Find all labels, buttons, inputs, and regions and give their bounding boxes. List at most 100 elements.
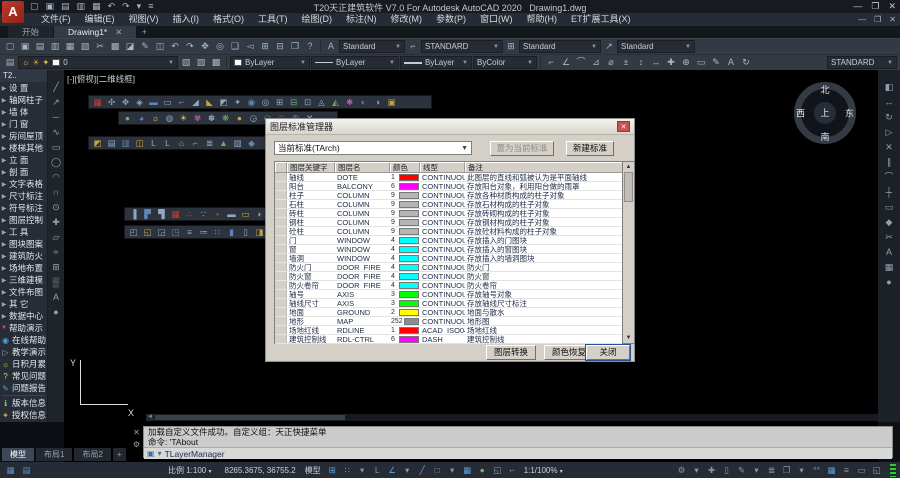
- sidebar-menu-item[interactable]: ▶ 数据中心: [0, 310, 47, 322]
- mleader-style-combo[interactable]: Standard▼: [617, 40, 695, 53]
- row-selector[interactable]: [275, 299, 287, 307]
- floating-toolbar-icon[interactable]: ◎: [259, 96, 272, 108]
- toolbar-icon[interactable]: ▧: [78, 40, 92, 53]
- compass-north-label[interactable]: 北: [820, 83, 829, 96]
- cell-remark[interactable]: 存放插入的窗图块: [465, 245, 626, 253]
- plotstyle-combo[interactable]: ByColor▼: [473, 56, 537, 69]
- table-row[interactable]: 地面 GROUND 2 CONTINUOUS 地面与散水: [275, 308, 626, 317]
- quick-access-icon[interactable]: ≡: [148, 1, 153, 12]
- cell-remark[interactable]: 防火窗: [465, 272, 626, 280]
- scroll-down-icon[interactable]: ▼: [623, 333, 634, 343]
- status-toggle-icon[interactable]: L: [371, 464, 384, 476]
- sidebar-sub-item[interactable]: ▷ 教学演示: [0, 346, 47, 358]
- floating-toolbar-icon[interactable]: ✦: [231, 96, 244, 108]
- floating-toolbar-icon[interactable]: ✾: [191, 112, 204, 124]
- floating-toolbar-icon[interactable]: ▦: [169, 208, 182, 220]
- quick-access-icon[interactable]: ▦: [92, 1, 101, 12]
- floating-toolbar-icon[interactable]: ▜: [155, 208, 168, 220]
- toolbar-icon[interactable]: ▢: [3, 40, 17, 53]
- menu-item[interactable]: 视图(V): [122, 13, 166, 26]
- floating-toolbar-icon[interactable]: ●: [233, 112, 246, 124]
- cell-layer-name[interactable]: BALCONY: [335, 182, 390, 190]
- compass-south-label[interactable]: 南: [820, 130, 829, 143]
- cell-layer-name[interactable]: DOOR_FIRE: [335, 263, 390, 271]
- draw-tool-icon[interactable]: ▒: [53, 277, 59, 288]
- color-swatch[interactable]: [399, 228, 419, 235]
- floating-toolbar-icon[interactable]: ◱: [141, 226, 154, 238]
- status-right-icon[interactable]: ⚙: [675, 464, 688, 476]
- close-button[interactable]: ✕: [888, 1, 896, 12]
- color-swatch[interactable]: [399, 255, 419, 262]
- cell-layer-key[interactable]: 墙洞: [287, 254, 335, 262]
- close-dialog-button[interactable]: 关闭: [586, 345, 630, 360]
- floating-toolbar-icon[interactable]: ◕: [135, 112, 148, 124]
- color-swatch[interactable]: [399, 282, 419, 289]
- cell-layer-name[interactable]: DOOR_FIRE: [335, 281, 390, 289]
- dim-style-combo[interactable]: STANDARD▼: [421, 40, 503, 53]
- table-scrollbar-thumb[interactable]: [624, 172, 633, 202]
- color-swatch[interactable]: [399, 264, 419, 271]
- row-selector[interactable]: [275, 236, 287, 244]
- quick-access-icon[interactable]: ▢: [30, 1, 39, 12]
- table-row[interactable]: 柱子 COLUMN 9 CONTINUOUS 存放各种材质构成的柱子对象: [275, 191, 626, 200]
- table-row[interactable]: 轴号 AXIS 3 CONTINUOUS 存放轴号对象: [275, 290, 626, 299]
- cell-linetype[interactable]: CONTINUOUS: [420, 173, 465, 181]
- cell-remark[interactable]: 存放各种材质构成的柱子对象: [465, 191, 626, 199]
- tab-layout2[interactable]: 布局2: [74, 448, 110, 461]
- status-toggle-icon[interactable]: ⌐: [506, 464, 519, 476]
- sidebar-menu-item[interactable]: ▶ 轴网柱子: [0, 94, 47, 106]
- menu-item[interactable]: 编辑(E): [78, 13, 122, 26]
- table-row[interactable]: 砖柱 COLUMN 9 CONTINUOUS 存放砖砌构成的柱子对象: [275, 209, 626, 218]
- table-row[interactable]: 墙洞 WINDOW 4 CONTINUOUS 存放插入的墙洞图块: [275, 254, 626, 263]
- cell-remark[interactable]: 场地红线: [465, 326, 626, 334]
- cell-linetype[interactable]: CONTINUOUS: [420, 308, 465, 316]
- color-swatch[interactable]: [399, 291, 419, 298]
- scroll-up-icon[interactable]: ▲: [623, 162, 634, 172]
- floating-toolbar-icon[interactable]: ◢: [189, 96, 202, 108]
- status-right-icon[interactable]: ✚: [705, 464, 718, 476]
- color-swatch[interactable]: [399, 336, 419, 343]
- cell-remark[interactable]: 防火门: [465, 263, 626, 271]
- viewport-controls-label[interactable]: [-][俯视][二维线框]: [67, 73, 135, 85]
- menu-item[interactable]: 窗口(W): [473, 13, 520, 26]
- table-row[interactable]: 场地红线 RDLINE 1 ACAD_ISO04W100 场地红线: [275, 326, 626, 335]
- header-color[interactable]: 颜色: [390, 162, 420, 172]
- layer-convert-button[interactable]: 图层转换: [486, 345, 536, 360]
- draw-tool-icon[interactable]: ⊙: [52, 202, 60, 213]
- table-style-combo[interactable]: Standard▼: [519, 40, 601, 53]
- cell-layer-key[interactable]: 窗: [287, 245, 335, 253]
- cell-color[interactable]: 4: [390, 281, 420, 289]
- cell-layer-name[interactable]: RDL-CTRL: [335, 335, 390, 343]
- status-toggle-icon[interactable]: □: [431, 464, 444, 476]
- cell-layer-name[interactable]: DOOR_FIRE: [335, 272, 390, 280]
- cell-layer-name[interactable]: COLUMN: [335, 191, 390, 199]
- text-style-combo[interactable]: Standard▼: [339, 40, 405, 53]
- modify-tool-icon[interactable]: ●: [886, 277, 891, 288]
- table-row[interactable]: 轴线尺寸 AXIS 3 CONTINUOUS 存放轴线尺寸标注: [275, 299, 626, 308]
- header-remark[interactable]: 备注: [465, 162, 626, 172]
- row-selector[interactable]: [275, 308, 287, 316]
- dialog-close-icon[interactable]: ✕: [617, 121, 630, 132]
- doc-close-button[interactable]: ✕: [889, 13, 896, 26]
- status-right-icon[interactable]: ✎: [735, 464, 748, 476]
- dimension-icon[interactable]: ⊕: [679, 56, 693, 69]
- toolbar-icon[interactable]: ▦: [63, 40, 77, 53]
- draw-tool-icon[interactable]: ▱: [53, 232, 60, 243]
- quick-access-icon[interactable]: ▤: [61, 1, 70, 12]
- set-current-standard-button[interactable]: 置为当前标准: [490, 141, 554, 156]
- cell-linetype[interactable]: CONTINUOUS: [420, 272, 465, 280]
- cell-linetype[interactable]: CONTINUOUS: [420, 290, 465, 298]
- dialog-title-bar[interactable]: 图层标准管理器 ✕: [266, 119, 634, 135]
- command-window[interactable]: 加载自定义文件成功。自定义组：天正快捷菜单命令: 'TAbout ▣ ▾ TLa…: [143, 426, 893, 458]
- draw-tool-icon[interactable]: ⊞: [52, 262, 60, 273]
- floating-toolbar-icon[interactable]: L: [161, 137, 174, 149]
- toolbar-icon[interactable]: ▥: [48, 40, 62, 53]
- lineweight-combo[interactable]: ByLayer▼: [400, 56, 472, 69]
- toolbar-icon[interactable]: ❑: [228, 40, 242, 53]
- cell-layer-key[interactable]: 地形: [287, 317, 335, 325]
- draw-tool-icon[interactable]: ─: [53, 112, 59, 123]
- cell-layer-key[interactable]: 场地红线: [287, 326, 335, 334]
- menu-item[interactable]: 插入(I): [166, 13, 207, 26]
- floating-toolbar-icon[interactable]: ≣: [203, 137, 216, 149]
- sidebar-sub-item[interactable]: ? 常见问题: [0, 370, 47, 382]
